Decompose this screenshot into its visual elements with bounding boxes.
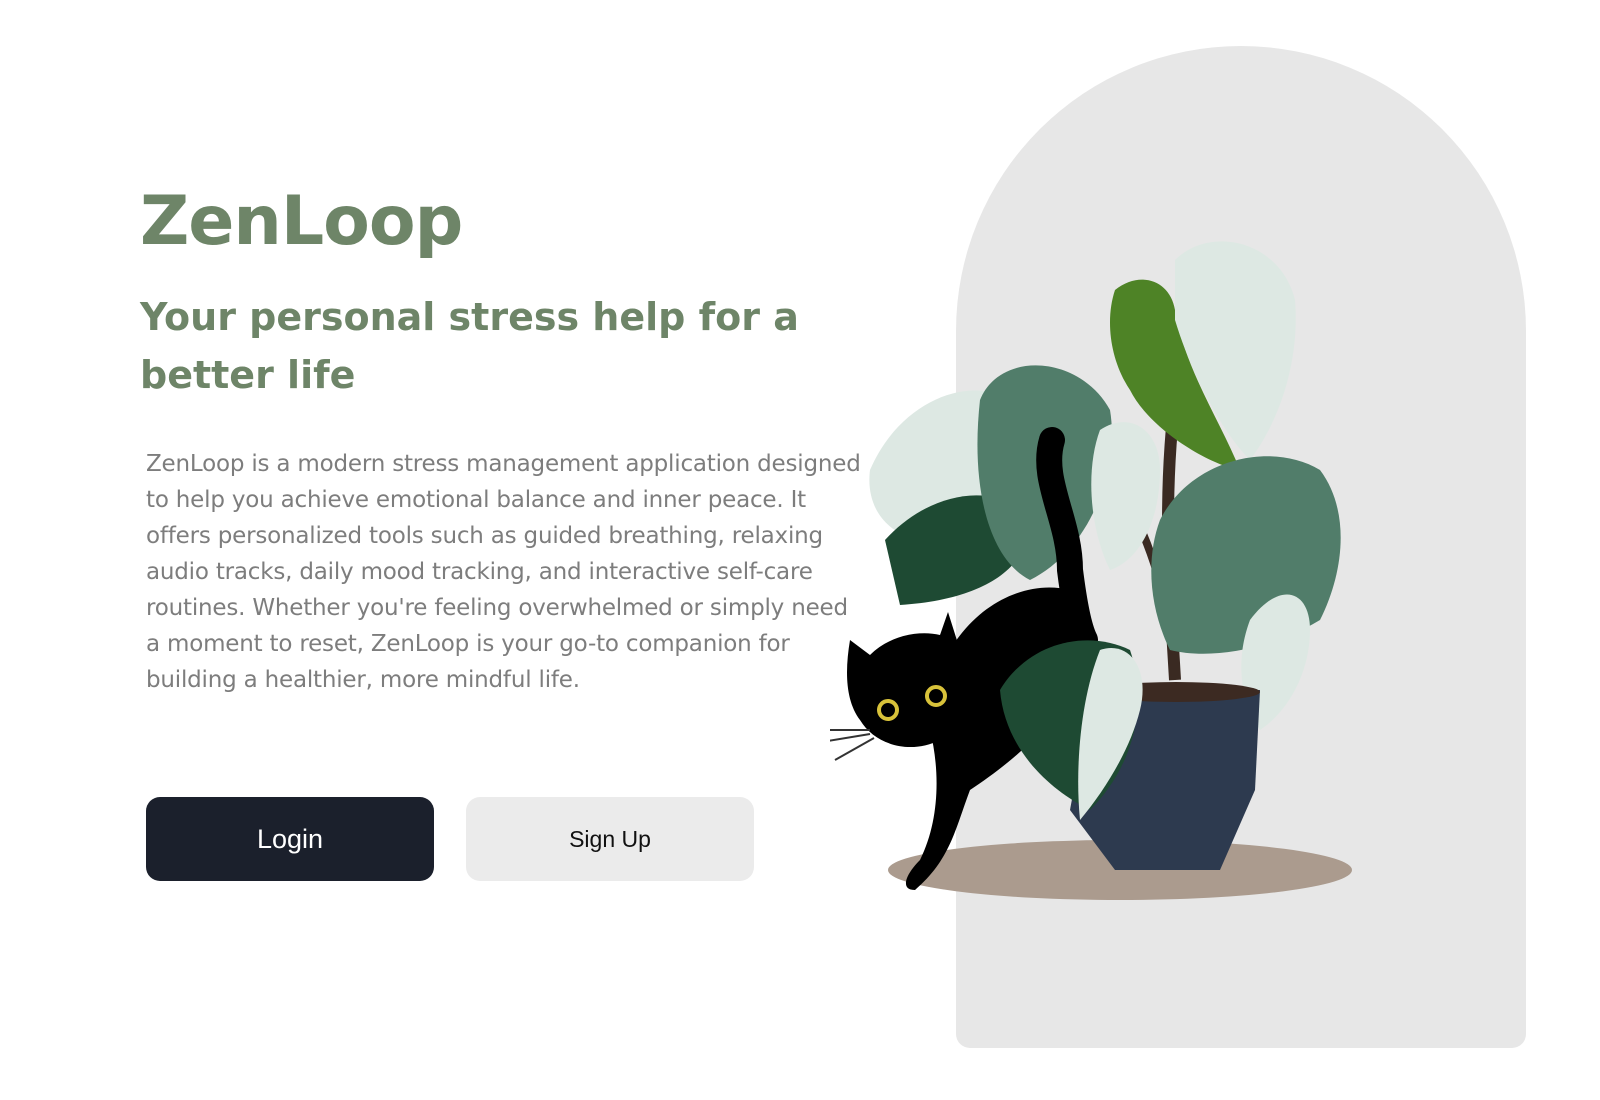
login-button[interactable]: Login: [146, 797, 434, 881]
cat-whiskers: [830, 729, 875, 761]
app-description: ZenLoop is a modern stress management ap…: [146, 451, 861, 693]
leaf-mid-right: [1151, 456, 1341, 654]
app-title: ZenLoop: [140, 182, 463, 261]
cat-and-plant-illustration: [830, 241, 1352, 900]
landing-page: ZenLoop Your personal stress help for a …: [0, 0, 1600, 1100]
tagline: Your personal stress help for a better l…: [140, 295, 799, 397]
signup-button[interactable]: Sign Up: [466, 797, 754, 881]
auth-buttons: Login Sign Up: [146, 797, 754, 881]
